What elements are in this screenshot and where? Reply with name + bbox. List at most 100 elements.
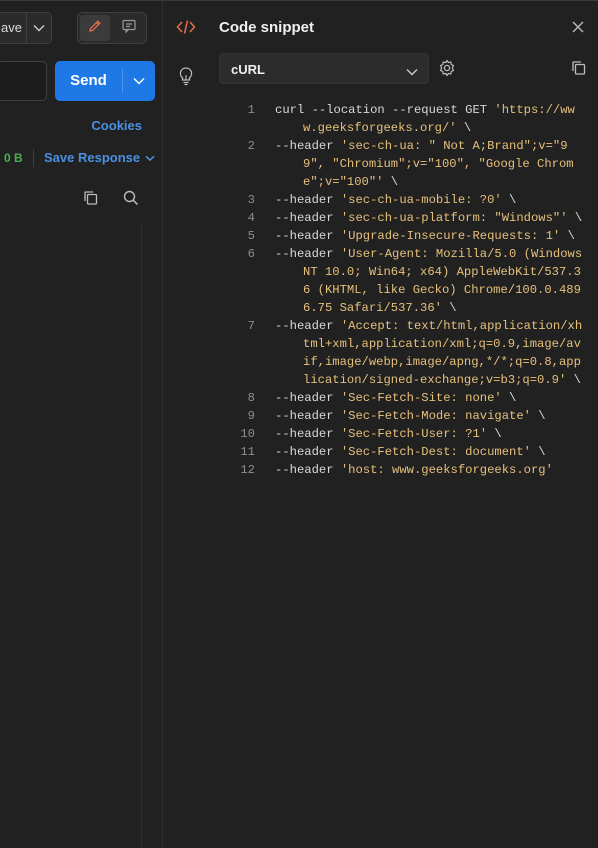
copy-icon	[82, 191, 100, 211]
code-command: --header	[275, 445, 341, 459]
code-command: --header	[275, 391, 341, 405]
snippet-settings-button[interactable]	[438, 59, 456, 82]
code-icon	[176, 20, 196, 40]
line-text: --header 'Sec-Fetch-User: ?1' \	[275, 425, 585, 443]
cookies-link[interactable]: Cookies	[91, 118, 142, 133]
code-string: 'Accept: text/html,application/xhtml+xml…	[303, 319, 583, 387]
gear-icon	[438, 59, 456, 81]
line-continuation: \	[441, 301, 457, 315]
code-line: 2 --header 'sec-ch-ua: " Not A;Brand";v="…	[219, 137, 589, 191]
request-panel: ave Send Cookies 0 B Save Response	[0, 0, 163, 848]
code-command: --header	[275, 319, 341, 333]
line-number: 5	[247, 229, 255, 243]
code-string: 'Sec-Fetch-User: ?1'	[340, 427, 488, 441]
code-snippet-toggle[interactable]	[176, 18, 196, 41]
code-line: 12 --header 'host: www.geeksforgeeks.org'	[219, 461, 589, 479]
line-text: --header 'Sec-Fetch-Dest: document' \	[275, 443, 585, 461]
top-border	[163, 0, 598, 1]
save-response-button[interactable]: Save Response	[44, 150, 155, 165]
code-command: curl --location --request GET	[275, 103, 495, 117]
line-number: 3	[247, 193, 255, 207]
response-size: 0 B	[4, 151, 23, 165]
copy-icon	[570, 61, 588, 81]
chevron-down-icon	[145, 150, 155, 165]
comment-icon	[121, 18, 137, 39]
mode-toggle-group	[77, 12, 147, 44]
code-snippet-body[interactable]: 1 curl --location --request GET 'https://…	[219, 101, 589, 479]
line-number: 7	[247, 319, 255, 333]
line-continuation: \	[487, 427, 502, 441]
code-command: --header	[275, 211, 341, 225]
line-text: --header 'Accept: text/html,application/…	[275, 317, 585, 389]
edit-mode-button[interactable]	[80, 15, 110, 41]
close-snippet-button[interactable]	[571, 20, 585, 39]
language-select[interactable]: cURL	[219, 53, 429, 84]
line-number: 1	[247, 103, 255, 117]
line-continuation: \	[501, 193, 517, 207]
line-continuation: \	[560, 229, 575, 243]
code-command: --header	[275, 139, 341, 153]
save-split-button[interactable]: ave	[0, 12, 52, 44]
code-command: --header	[275, 427, 341, 441]
comments-mode-button[interactable]	[114, 15, 144, 41]
code-string: 'Upgrade-Insecure-Requests: 1'	[340, 229, 561, 243]
code-command: --header	[275, 409, 341, 423]
selected-language: cURL	[231, 62, 265, 77]
chevron-down-icon	[33, 19, 45, 37]
send-options-button[interactable]	[123, 61, 155, 101]
request-url-input[interactable]	[0, 61, 47, 101]
code-string: 'Sec-Fetch-Dest: document'	[340, 445, 531, 459]
chevron-down-icon	[406, 63, 418, 81]
line-text: --header 'Sec-Fetch-Mode: navigate' \	[275, 407, 585, 425]
line-text: --header 'host: www.geeksforgeeks.org'	[275, 461, 585, 479]
copy-response-button[interactable]	[82, 189, 100, 212]
line-text: --header 'sec-ch-ua: " Not A;Brand";v="9…	[275, 137, 585, 191]
search-response-button[interactable]	[122, 189, 140, 212]
line-continuation: \	[567, 211, 583, 225]
save-response-label: Save Response	[44, 150, 141, 165]
line-number: 12	[240, 463, 255, 477]
code-line: 6 --header 'User-Agent: Mozilla/5.0 (Wind…	[219, 245, 589, 317]
line-number: 9	[247, 409, 255, 423]
panel-title: Code snippet	[219, 19, 315, 36]
line-text: --header 'User-Agent: Mozilla/5.0 (Windo…	[275, 245, 585, 317]
line-number: 11	[240, 445, 255, 459]
save-options-button[interactable]	[27, 13, 51, 43]
search-icon	[122, 190, 140, 211]
code-line: 4 --header 'sec-ch-ua-platform: "Windows"…	[219, 209, 589, 227]
line-number: 4	[247, 211, 255, 225]
line-number: 10	[240, 427, 255, 441]
line-continuation: \	[501, 391, 517, 405]
save-button[interactable]: ave	[0, 13, 27, 43]
code-line: 8 --header 'Sec-Fetch-Site: none' \	[219, 389, 589, 407]
code-line: 5 --header 'Upgrade-Insecure-Requests: 1'…	[219, 227, 589, 245]
code-command: --header	[275, 463, 341, 477]
divider	[33, 149, 34, 167]
close-icon	[571, 21, 585, 38]
line-text: --header 'sec-ch-ua-mobile: ?0' \	[275, 191, 585, 209]
line-continuation: \	[530, 409, 546, 423]
code-snippet-panel: Code snippet cURL 1 curl --location --req…	[163, 0, 598, 848]
code-command: --header	[275, 247, 341, 261]
code-string: 'Sec-Fetch-Site: none'	[340, 391, 502, 405]
send-split-button[interactable]: Send	[55, 61, 155, 101]
code-string: 'sec-ch-ua: " Not A;Brand";v="99", "Chro…	[303, 139, 574, 189]
line-continuation: \	[566, 373, 581, 387]
top-border	[0, 0, 163, 1]
line-continuation: \	[456, 121, 472, 135]
code-command: --header	[275, 229, 341, 243]
line-number: 2	[247, 139, 255, 153]
copy-snippet-button[interactable]	[570, 59, 588, 82]
line-continuation: \	[530, 445, 546, 459]
code-line: 10 --header 'Sec-Fetch-User: ?1' \	[219, 425, 589, 443]
lightbulb-icon	[177, 67, 195, 90]
send-button[interactable]: Send	[55, 61, 122, 101]
code-string: 'sec-ch-ua-mobile: ?0'	[340, 193, 502, 207]
line-text: curl --location --request GET 'https://w…	[275, 101, 585, 137]
code-string: 'sec-ch-ua-platform: "Windows"'	[340, 211, 568, 225]
line-number: 8	[247, 391, 255, 405]
line-text: --header 'Sec-Fetch-Site: none' \	[275, 389, 585, 407]
pencil-icon	[87, 18, 103, 39]
context-info-button[interactable]	[177, 66, 195, 91]
code-line: 3 --header 'sec-ch-ua-mobile: ?0' \	[219, 191, 589, 209]
